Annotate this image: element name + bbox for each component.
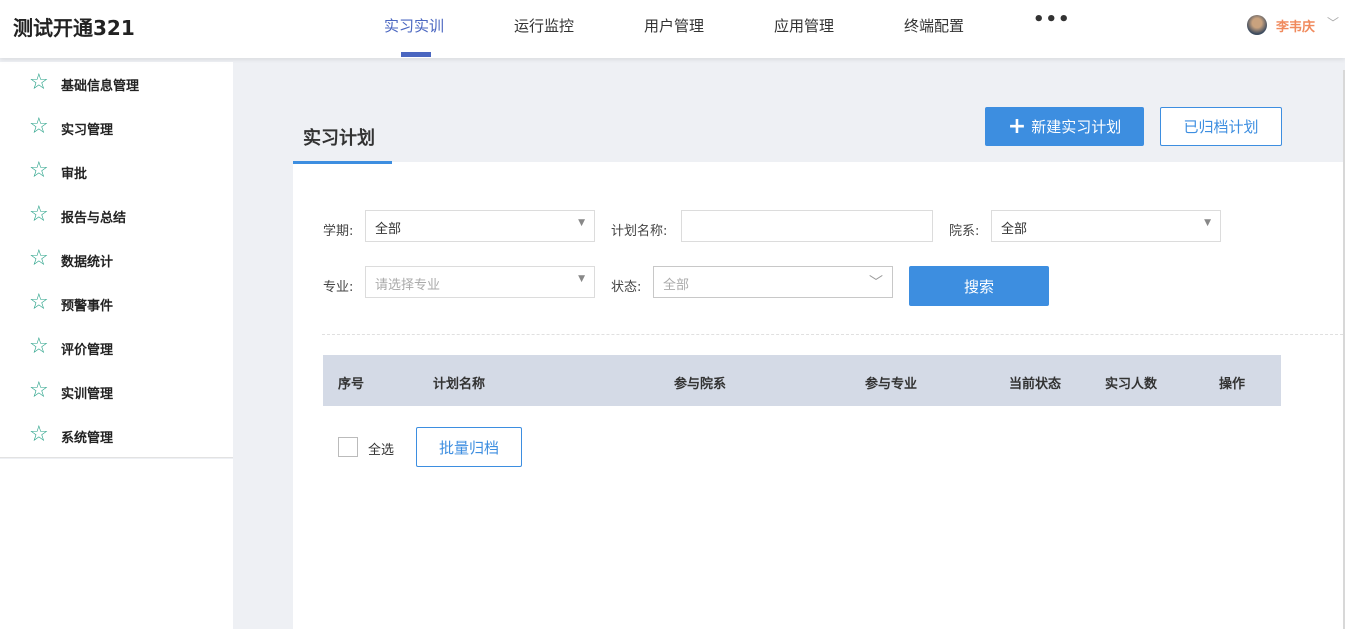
- sidebar-item[interactable]: ☆ 报告与总结: [0, 194, 233, 238]
- col-index: 序号: [338, 377, 365, 392]
- sidebar-blank: [0, 459, 233, 629]
- sidebar-item-label: 报告与总结: [61, 211, 127, 226]
- select-all-label[interactable]: 全选: [368, 439, 394, 458]
- star-icon: ☆: [29, 202, 49, 227]
- term-select[interactable]: 全部 ▼: [365, 210, 595, 242]
- col-status: 当前状态: [1009, 377, 1062, 392]
- status-select[interactable]: 全部 ﹀: [653, 266, 893, 298]
- nav-user-management[interactable]: 用户管理: [644, 15, 704, 36]
- nav-app-management[interactable]: 应用管理: [774, 15, 834, 36]
- caret-down-icon: ▼: [578, 274, 585, 284]
- star-icon: ☆: [29, 422, 49, 447]
- table-header: 序号 计划名称 参与院系 参与专业 当前状态 实习人数 操作: [323, 355, 1281, 406]
- sidebar-item[interactable]: ☆ 实习管理: [0, 106, 233, 150]
- divider: [322, 334, 1343, 335]
- sidebar-item[interactable]: ☆ 系统管理: [0, 414, 233, 458]
- tab-internship-plan[interactable]: 实习计划: [303, 124, 375, 150]
- sidebar-item-label: 预警事件: [61, 299, 114, 314]
- sidebar: ☆ 基础信息管理 ☆ 实习管理 ☆ 审批 ☆ 报告与总结 ☆ 数据统计 ☆ 预警事件 ☆ 评价管理 ☆ 实训管…: [0, 62, 233, 458]
- sidebar-item-label: 基础信息管理: [61, 79, 140, 94]
- caret-down-icon: ▼: [578, 218, 585, 228]
- sidebar-item[interactable]: ☆ 实训管理: [0, 370, 233, 414]
- sidebar-item-label: 数据统计: [61, 255, 114, 270]
- plus-icon: +: [1007, 114, 1027, 139]
- dept-label: 院系:: [949, 224, 980, 239]
- chevron-down-icon: ﹀: [869, 275, 883, 291]
- nav-internship-training[interactable]: 实习实训: [384, 15, 444, 36]
- chevron-down-icon[interactable]: ﹀: [1327, 14, 1339, 31]
- dept-select[interactable]: 全部 ▼: [991, 210, 1221, 242]
- sidebar-item-label: 系统管理: [61, 431, 114, 446]
- nav-runtime-monitor[interactable]: 运行监控: [514, 15, 574, 36]
- brand-title: 测试开通321: [13, 16, 135, 40]
- select-all-checkbox[interactable]: [338, 437, 358, 457]
- sidebar-item-label: 评价管理: [61, 343, 114, 358]
- sidebar-item-label: 审批: [61, 167, 88, 182]
- search-button[interactable]: 搜索: [909, 266, 1049, 306]
- status-label: 状态:: [611, 280, 642, 295]
- sidebar-item[interactable]: ☆ 预警事件: [0, 282, 233, 326]
- nav-terminal-config[interactable]: 终端配置: [904, 15, 964, 36]
- term-label: 学期:: [323, 224, 354, 239]
- plan-name-input[interactable]: [681, 210, 933, 242]
- user-name[interactable]: 李韦庆: [1276, 16, 1315, 35]
- star-icon: ☆: [29, 290, 49, 315]
- sidebar-item[interactable]: ☆ 数据统计: [0, 238, 233, 282]
- major-select[interactable]: 请选择专业 ▼: [365, 266, 595, 298]
- col-plan-name: 计划名称: [433, 377, 486, 392]
- star-icon: ☆: [29, 70, 49, 95]
- star-icon: ☆: [29, 114, 49, 139]
- tab-active-indicator: [293, 161, 392, 164]
- archived-plans-button[interactable]: 已归档计划: [1160, 107, 1282, 146]
- sidebar-item-label: 实习管理: [61, 123, 114, 138]
- caret-down-icon: ▼: [1204, 218, 1211, 228]
- sidebar-item[interactable]: ☆ 基础信息管理: [0, 62, 233, 106]
- more-icon[interactable]: •••: [1033, 9, 1071, 30]
- col-departments: 参与院系: [674, 377, 727, 392]
- col-actions: 操作: [1219, 377, 1246, 392]
- sidebar-item[interactable]: ☆ 评价管理: [0, 326, 233, 370]
- star-icon: ☆: [29, 246, 49, 271]
- sidebar-item[interactable]: ☆ 审批: [0, 150, 233, 194]
- sidebar-item-label: 实训管理: [61, 387, 114, 402]
- col-headcount: 实习人数: [1105, 377, 1158, 392]
- nav-active-indicator: [401, 52, 431, 57]
- star-icon: ☆: [29, 334, 49, 359]
- batch-archive-button[interactable]: 批量归档: [416, 427, 522, 467]
- major-label: 专业:: [323, 280, 354, 295]
- avatar[interactable]: [1247, 15, 1267, 35]
- star-icon: ☆: [29, 158, 49, 183]
- col-majors: 参与专业: [865, 377, 918, 392]
- star-icon: ☆: [29, 378, 49, 403]
- new-plan-button[interactable]: + 新建实习计划: [985, 107, 1144, 146]
- top-header: 测试开通321 实习实训 运行监控 用户管理 应用管理 终端配置 ••• 李韦庆…: [0, 0, 1345, 58]
- plan-name-label: 计划名称:: [611, 224, 668, 239]
